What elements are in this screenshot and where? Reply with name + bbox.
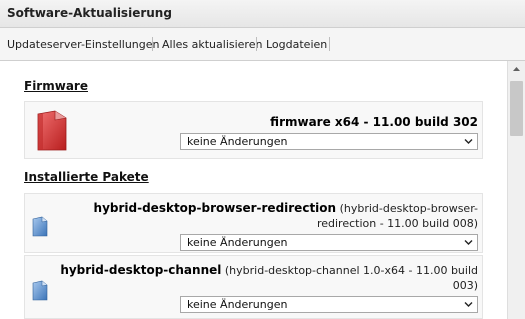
- package-select-value: keine Änderungen: [187, 236, 288, 249]
- update-server-settings-link[interactable]: Updateserver-Einstellungen: [7, 38, 160, 51]
- firmware-name: firmware x64 - 11.00 build 302: [270, 115, 478, 129]
- chevron-down-icon: [464, 240, 473, 245]
- package-title-line: hybrid-desktop-channel (hybrid-desktop-c…: [60, 262, 478, 279]
- window-title: Software-Aktualisierung: [7, 6, 172, 20]
- installed-packages-heading: Installierte Pakete: [24, 170, 149, 184]
- package-item: hybrid-desktop-channel (hybrid-desktop-c…: [24, 255, 483, 319]
- toolbar-separator: [329, 37, 330, 51]
- toolbar-separator: [256, 37, 257, 51]
- package-detail: (hybrid-desktop-browser-: [339, 202, 478, 215]
- package-item: hybrid-desktop-browser-redirection (hybr…: [24, 193, 483, 253]
- logfiles-link[interactable]: Logdateien: [266, 38, 327, 51]
- main-content: Firmware firmware x64 - 11.00 build 302 …: [0, 61, 507, 319]
- package-icon: [32, 216, 48, 237]
- package-select-value: keine Änderungen: [187, 298, 288, 311]
- package-detail: (hybrid-desktop-channel 1.0-x64 - 11.00 …: [224, 264, 478, 277]
- firmware-select-value: keine Änderungen: [187, 135, 288, 148]
- vertical-scrollbar[interactable]: [507, 61, 525, 319]
- firmware-action-select[interactable]: keine Änderungen: [180, 133, 478, 150]
- package-detail-cont: redirection - 11.00 build 008): [316, 217, 478, 230]
- update-all-link[interactable]: Alles aktualisieren: [162, 38, 262, 51]
- toolbar-separator: [152, 37, 153, 51]
- chevron-down-icon: [464, 139, 473, 144]
- firmware-package-icon: [37, 110, 67, 151]
- package-action-select[interactable]: keine Änderungen: [180, 234, 478, 251]
- scrollbar-thumb[interactable]: [510, 81, 523, 136]
- package-name: hybrid-desktop-channel: [60, 263, 222, 277]
- package-title-line: hybrid-desktop-browser-redirection (hybr…: [94, 200, 478, 217]
- title-bar: Software-Aktualisierung: [0, 0, 525, 28]
- package-name: hybrid-desktop-browser-redirection: [93, 201, 337, 215]
- package-action-select[interactable]: keine Änderungen: [180, 296, 478, 313]
- toolbar: Updateserver-Einstellungen Alles aktuali…: [0, 28, 525, 61]
- chevron-down-icon: [464, 302, 473, 307]
- firmware-heading: Firmware: [24, 79, 88, 93]
- package-icon: [32, 280, 48, 301]
- scroll-up-arrow-icon[interactable]: [508, 61, 525, 78]
- package-detail-cont: 003): [452, 279, 478, 292]
- firmware-panel: firmware x64 - 11.00 build 302 keine Änd…: [24, 101, 483, 159]
